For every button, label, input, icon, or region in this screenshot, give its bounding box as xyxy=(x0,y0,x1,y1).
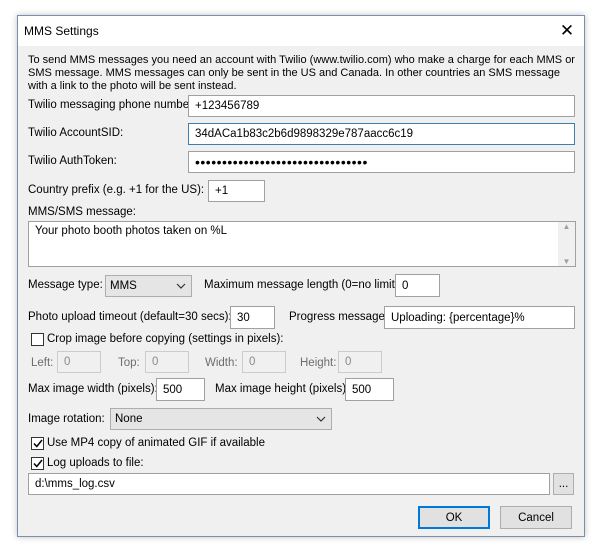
max-width-value: 500 xyxy=(163,383,183,396)
log-path-value: d:\mms_log.csv xyxy=(35,478,115,490)
close-icon: ✕ xyxy=(559,21,575,40)
crop-left-value: 0 xyxy=(64,356,71,368)
ok-label: OK xyxy=(445,511,463,524)
message-value: Your photo booth photos taken on %L xyxy=(35,225,228,237)
ok-button[interactable]: OK xyxy=(418,506,490,529)
account-sid-value: 34dACa1b83c2b6d9898329e787aacc6c19 xyxy=(195,128,414,140)
cancel-label: Cancel xyxy=(518,511,554,524)
close-button[interactable]: ✕ xyxy=(550,16,584,46)
chevron-down-icon xyxy=(176,276,186,296)
checkmark-icon xyxy=(32,439,43,448)
message-type-value: MMS xyxy=(110,280,137,292)
upload-timeout-label: Photo upload timeout (default=30 secs): xyxy=(28,311,232,323)
upload-timeout-input[interactable]: 30 xyxy=(230,306,275,329)
crop-label: Crop image before copying (settings in p… xyxy=(47,333,284,345)
description-text: To send MMS messages you need an account… xyxy=(28,54,575,92)
max-height-label: Max image height (pixels): xyxy=(215,383,350,395)
use-mp4-label: Use MP4 copy of animated GIF if availabl… xyxy=(47,437,265,449)
crop-height-input[interactable]: 0 xyxy=(338,351,382,373)
crop-height-label: Height: xyxy=(300,357,337,369)
use-mp4-checkbox[interactable] xyxy=(31,437,44,450)
log-uploads-checkbox[interactable] xyxy=(31,457,44,470)
rotation-select[interactable]: None xyxy=(110,408,332,430)
mms-settings-dialog: MMS Settings ✕ To send MMS messages you … xyxy=(17,15,585,537)
progress-message-value: Uploading: {percentage}% xyxy=(391,311,525,324)
auth-token-input[interactable]: •••••••••••••••••••••••••••••••• xyxy=(188,151,575,173)
crop-top-value: 0 xyxy=(152,356,159,368)
browse-label: ... xyxy=(558,478,569,490)
message-label: MMS/SMS message: xyxy=(28,206,136,218)
browse-button[interactable]: ... xyxy=(553,473,574,495)
max-height-input[interactable]: 500 xyxy=(345,378,394,401)
log-uploads-label: Log uploads to file: xyxy=(47,457,144,469)
progress-message-label: Progress message: xyxy=(289,311,389,323)
account-sid-label: Twilio AccountSID: xyxy=(28,127,124,139)
crop-top-label: Top: xyxy=(118,357,140,369)
max-width-input[interactable]: 500 xyxy=(156,378,205,401)
upload-timeout-value: 30 xyxy=(237,311,250,324)
chevron-down-icon xyxy=(316,409,326,429)
crop-checkbox[interactable] xyxy=(31,333,44,346)
country-prefix-value: +1 xyxy=(215,185,229,197)
max-width-label: Max image width (pixels): xyxy=(28,383,158,395)
log-path-input[interactable]: d:\mms_log.csv xyxy=(28,473,550,495)
rotation-label: Image rotation: xyxy=(28,413,105,425)
checkmark-icon xyxy=(32,459,43,468)
phone-label: Twilio messaging phone number: xyxy=(28,99,197,111)
scroll-down-icon[interactable]: ▼ xyxy=(563,257,571,266)
window-title: MMS Settings xyxy=(24,24,99,38)
crop-height-value: 0 xyxy=(345,356,352,368)
crop-width-label: Width: xyxy=(205,357,238,369)
country-prefix-input[interactable]: +1 xyxy=(208,180,265,202)
message-textarea[interactable]: Your photo booth photos taken on %L ▲ ▼ xyxy=(28,221,576,267)
crop-left-label: Left: xyxy=(31,357,54,369)
crop-left-input[interactable]: 0 xyxy=(57,351,101,373)
rotation-value: None xyxy=(115,413,143,425)
crop-width-value: 0 xyxy=(249,356,256,368)
scroll-up-icon[interactable]: ▲ xyxy=(563,222,571,231)
phone-value: +123456789 xyxy=(195,100,260,112)
auth-token-label: Twilio AuthToken: xyxy=(28,155,117,167)
crop-width-input[interactable]: 0 xyxy=(242,351,286,373)
phone-input[interactable]: +123456789 xyxy=(188,95,575,117)
progress-message-input[interactable]: Uploading: {percentage}% xyxy=(384,306,575,329)
message-scrollbar[interactable]: ▲ ▼ xyxy=(558,222,575,266)
cancel-button[interactable]: Cancel xyxy=(500,506,572,529)
auth-token-value: •••••••••••••••••••••••••••••••• xyxy=(195,154,368,170)
account-sid-input[interactable]: 34dACa1b83c2b6d9898329e787aacc6c19 xyxy=(188,123,575,145)
country-prefix-label: Country prefix (e.g. +1 for the US): xyxy=(28,184,205,196)
crop-top-input[interactable]: 0 xyxy=(145,351,189,373)
title-bar: MMS Settings ✕ xyxy=(18,16,584,46)
max-length-input[interactable]: 0 xyxy=(395,274,440,297)
message-type-label: Message type: xyxy=(28,279,103,291)
max-height-value: 500 xyxy=(352,383,372,396)
max-length-value: 0 xyxy=(402,279,409,292)
max-length-label: Maximum message length (0=no limit): xyxy=(204,279,402,291)
message-type-select[interactable]: MMS xyxy=(105,275,192,297)
